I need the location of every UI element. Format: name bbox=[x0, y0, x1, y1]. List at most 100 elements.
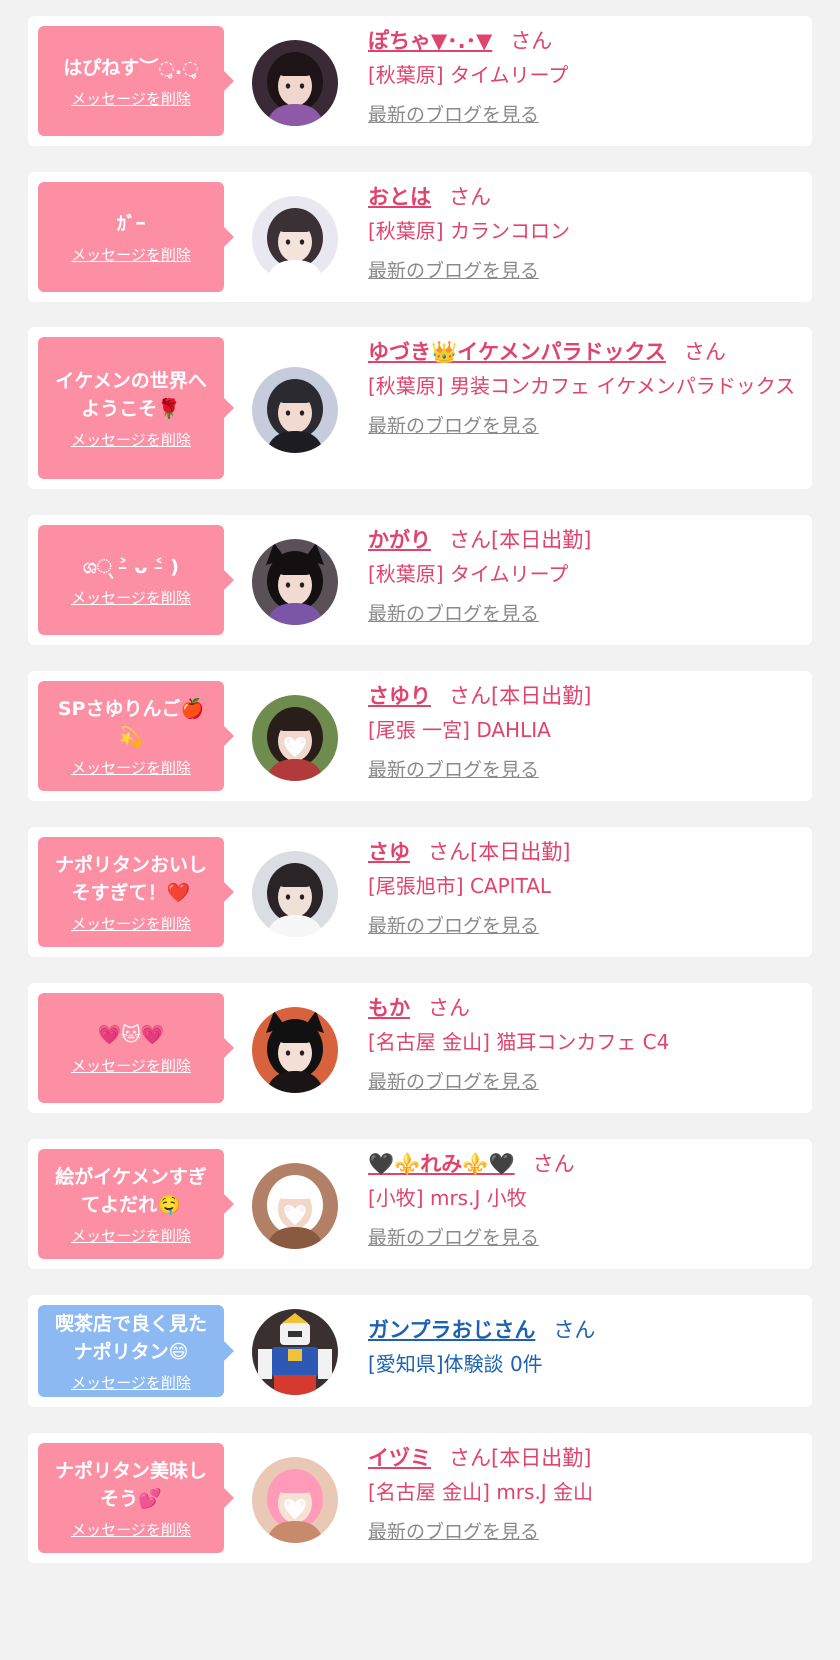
shop-name: [小牧] mrs.J 小牧 bbox=[368, 1186, 527, 1210]
message-text: ｶﾞｰ bbox=[116, 213, 146, 235]
latest-blog-link[interactable]: 最新のブログを見る bbox=[368, 601, 539, 627]
message-text: 喫茶店で良く見た ナポリタン😄 bbox=[54, 1313, 207, 1363]
message-text: SPさゆりんご🍎 💫 bbox=[57, 698, 205, 748]
sender-info: おとは さん [秋葉原] カランコロン 最新のブログを見る bbox=[368, 180, 798, 284]
message-text: イケメンの世界へ ようこそ🌹 bbox=[55, 370, 207, 420]
delete-message-link[interactable]: メッセージを削除 bbox=[71, 759, 191, 777]
sender-name-line: もか さん bbox=[368, 991, 798, 1025]
sender-name-line: イヅミ さん[本日出勤] bbox=[368, 1441, 798, 1475]
message-text: 絵がイケメンすぎ てよだれ🤤 bbox=[55, 1166, 207, 1216]
avatar[interactable] bbox=[252, 695, 338, 781]
message-bubble: イケメンの世界へ ようこそ🌹 メッセージを削除 bbox=[38, 337, 234, 479]
latest-blog-link[interactable]: 最新のブログを見る bbox=[368, 757, 539, 783]
message-bubble: ｶﾞｰ メッセージを削除 bbox=[38, 182, 234, 292]
avatar[interactable] bbox=[252, 367, 338, 453]
latest-blog-link[interactable]: 最新のブログを見る bbox=[368, 413, 539, 439]
message-card: イケメンの世界へ ようこそ🌹 メッセージを削除 ゆづき👑イケメンパラドックス さん [… bbox=[28, 327, 812, 489]
delete-message-link[interactable]: メッセージを削除 bbox=[71, 90, 191, 108]
message-card: ｶﾞｰ メッセージを削除 おとは さん [秋葉原] カランコロン 最新のブログを見る bbox=[28, 172, 812, 302]
sender-info: ゆづき👑イケメンパラドックス さん [秋葉原] 男装コンカフェ イケメンパラドックス… bbox=[368, 335, 798, 439]
avatar[interactable] bbox=[252, 1163, 338, 1249]
sender-suffix: さん[本日出勤] bbox=[449, 528, 592, 552]
delete-message-link[interactable]: メッセージを削除 bbox=[71, 431, 191, 449]
message-bubble: ナポリタンおいし そすぎて！❤️ メッセージを削除 bbox=[38, 837, 234, 947]
message-text: ශ્ ˃̵ ᴗ ˂̵ ) bbox=[83, 556, 179, 578]
latest-blog-link[interactable]: 最新のブログを見る bbox=[368, 1519, 539, 1545]
shop-name: [尾張 一宮] DAHLIA bbox=[368, 718, 551, 742]
sender-name-link[interactable]: 🖤⚜️れみ⚜️🖤 bbox=[368, 1152, 515, 1176]
sender-suffix: さん bbox=[553, 1318, 596, 1342]
sender-suffix: さん bbox=[428, 996, 470, 1020]
message-bubble: 絵がイケメンすぎ てよだれ🤤 メッセージを削除 bbox=[38, 1149, 234, 1259]
shop-name: [愛知県]体験談 0件 bbox=[368, 1352, 543, 1376]
latest-blog-link[interactable]: 最新のブログを見る bbox=[368, 102, 539, 128]
sender-name-link[interactable]: さゆ bbox=[368, 840, 410, 864]
message-text: はぴねす︶◌̥.◌̥ bbox=[63, 57, 199, 79]
shop-name: [秋葉原] カランコロン bbox=[368, 219, 570, 243]
shop-name: [名古屋 金山] mrs.J 金山 bbox=[368, 1480, 594, 1504]
sender-name-line: 🖤⚜️れみ⚜️🖤 さん bbox=[368, 1147, 798, 1181]
sender-name-link[interactable]: さゆり bbox=[368, 684, 431, 708]
sender-name-line: ぽちゃ▼･.･▼ さん bbox=[368, 24, 798, 58]
message-bubble: 💗🐱💗 メッセージを削除 bbox=[38, 993, 234, 1103]
avatar[interactable] bbox=[252, 1457, 338, 1543]
sender-name-link[interactable]: かがり bbox=[368, 528, 431, 552]
sender-suffix: さん[本日出勤] bbox=[428, 840, 571, 864]
delete-message-link[interactable]: メッセージを削除 bbox=[71, 1521, 191, 1539]
delete-message-link[interactable]: メッセージを削除 bbox=[71, 589, 191, 607]
sender-info: さゆ さん[本日出勤] [尾張旭市] CAPITAL 最新のブログを見る bbox=[368, 835, 798, 939]
avatar[interactable] bbox=[252, 851, 338, 937]
sender-name-line: おとは さん bbox=[368, 180, 798, 214]
message-card: ナポリタン美味し そう💕 メッセージを削除 イヅミ さん[本日出勤] [名古屋 金山]… bbox=[28, 1433, 812, 1563]
message-card: SPさゆりんご🍎 💫 メッセージを削除 さゆり さん[本日出勤] [尾張 一宮] DA… bbox=[28, 671, 812, 801]
message-text: ナポリタンおいし そすぎて！❤️ bbox=[54, 854, 207, 904]
message-bubble: ナポリタン美味し そう💕 メッセージを削除 bbox=[38, 1443, 234, 1553]
shop-name: [名古屋 金山] 猫耳コンカフェ C4 bbox=[368, 1030, 670, 1054]
sender-name-link[interactable]: もか bbox=[368, 996, 410, 1020]
latest-blog-link[interactable]: 最新のブログを見る bbox=[368, 913, 539, 939]
sender-info: ガンプラおじさん さん [愛知県]体験談 0件 bbox=[368, 1313, 798, 1381]
avatar[interactable] bbox=[252, 196, 338, 282]
sender-name-line: ガンプラおじさん さん bbox=[368, 1313, 798, 1347]
sender-name-link[interactable]: ゆづき👑イケメンパラドックス bbox=[368, 340, 666, 364]
avatar[interactable] bbox=[252, 40, 338, 126]
message-bubble: SPさゆりんご🍎 💫 メッセージを削除 bbox=[38, 681, 234, 791]
delete-message-link[interactable]: メッセージを削除 bbox=[71, 915, 191, 933]
delete-message-link[interactable]: メッセージを削除 bbox=[71, 1227, 191, 1245]
sender-info: 🖤⚜️れみ⚜️🖤 さん [小牧] mrs.J 小牧 最新のブログを見る bbox=[368, 1147, 798, 1251]
shop-name: [秋葉原] タイムリープ bbox=[368, 63, 569, 87]
latest-blog-link[interactable]: 最新のブログを見る bbox=[368, 258, 539, 284]
sender-name-link[interactable]: イヅミ bbox=[368, 1446, 431, 1470]
message-card: 💗🐱💗 メッセージを削除 もか さん [名古屋 金山] 猫耳コンカフェ C4 最新のブロ… bbox=[28, 983, 812, 1113]
sender-name-line: さゆり さん[本日出勤] bbox=[368, 679, 798, 713]
message-card: ශ્ ˃̵ ᴗ ˂̵ ) メッセージを削除 かがり さん[本日出勤] [秋葉原] タイ… bbox=[28, 515, 812, 645]
sender-info: かがり さん[本日出勤] [秋葉原] タイムリープ 最新のブログを見る bbox=[368, 523, 798, 627]
sender-name-line: さゆ さん[本日出勤] bbox=[368, 835, 798, 869]
avatar[interactable] bbox=[252, 1007, 338, 1093]
sender-suffix: さん bbox=[683, 340, 726, 364]
sender-name-link[interactable]: おとは bbox=[368, 185, 431, 209]
message-bubble: 喫茶店で良く見た ナポリタン😄 メッセージを削除 bbox=[38, 1305, 234, 1397]
shop-name: [尾張旭市] CAPITAL bbox=[368, 874, 552, 898]
message-card: はぴねす︶◌̥.◌̥ メッセージを削除 ぽちゃ▼･.･▼ さん [秋葉原] タイムリー… bbox=[28, 16, 812, 146]
sender-name-line: ゆづき👑イケメンパラドックス さん bbox=[368, 335, 798, 369]
sender-suffix: さん[本日出勤] bbox=[449, 684, 592, 708]
sender-name-link[interactable]: ガンプラおじさん bbox=[368, 1318, 535, 1342]
message-card: 絵がイケメンすぎ てよだれ🤤 メッセージを削除 🖤⚜️れみ⚜️🖤 さん [小牧] mr… bbox=[28, 1139, 812, 1269]
sender-name-line: かがり さん[本日出勤] bbox=[368, 523, 798, 557]
sender-suffix: さん bbox=[449, 185, 491, 209]
latest-blog-link[interactable]: 最新のブログを見る bbox=[368, 1225, 539, 1251]
message-bubble: ශ્ ˃̵ ᴗ ˂̵ ) メッセージを削除 bbox=[38, 525, 234, 635]
sender-name-link[interactable]: ぽちゃ▼･.･▼ bbox=[368, 29, 492, 53]
sender-info: もか さん [名古屋 金山] 猫耳コンカフェ C4 最新のブログを見る bbox=[368, 991, 798, 1095]
sender-info: さゆり さん[本日出勤] [尾張 一宮] DAHLIA 最新のブログを見る bbox=[368, 679, 798, 783]
sender-suffix: さん bbox=[532, 1152, 575, 1176]
latest-blog-link[interactable]: 最新のブログを見る bbox=[368, 1069, 539, 1095]
message-card: ナポリタンおいし そすぎて！❤️ メッセージを削除 さゆ さん[本日出勤] [尾張旭市… bbox=[28, 827, 812, 957]
message-bubble: はぴねす︶◌̥.◌̥ メッセージを削除 bbox=[38, 26, 234, 136]
avatar[interactable] bbox=[252, 1309, 338, 1395]
avatar[interactable] bbox=[252, 539, 338, 625]
delete-message-link[interactable]: メッセージを削除 bbox=[71, 1057, 191, 1075]
delete-message-link[interactable]: メッセージを削除 bbox=[71, 1374, 191, 1392]
delete-message-link[interactable]: メッセージを削除 bbox=[71, 246, 191, 264]
